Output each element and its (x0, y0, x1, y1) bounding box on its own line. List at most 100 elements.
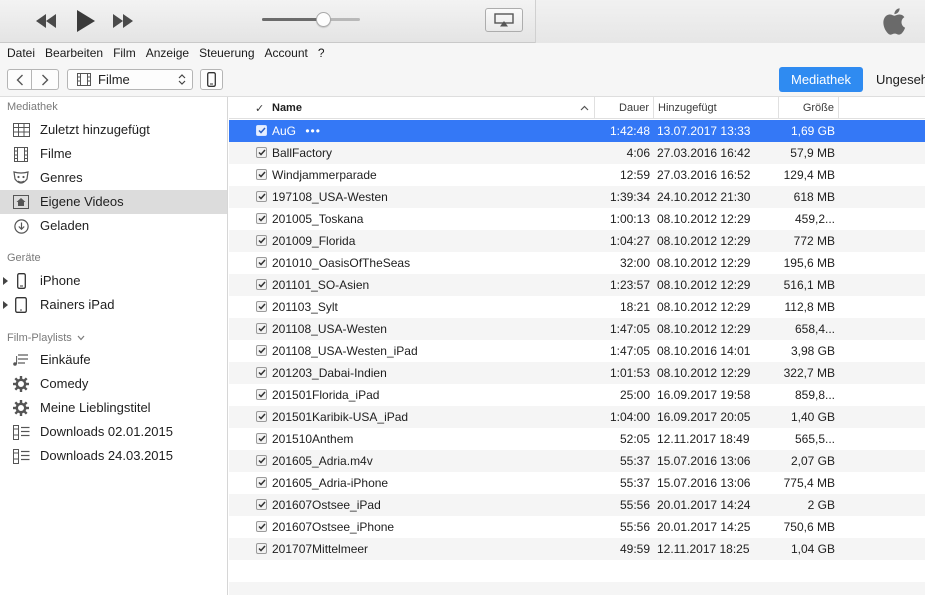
volume-slider[interactable] (262, 18, 360, 21)
checkbox[interactable] (256, 521, 267, 532)
rewind-button[interactable] (33, 9, 59, 33)
table-row[interactable]: 201009_Florida 1:04:27 08.10.2012 12:29 772… (229, 230, 925, 252)
sidebar-item-purchases[interactable]: Einkäufe (0, 348, 227, 372)
fast-forward-button[interactable] (110, 9, 136, 33)
checkmark-icon (257, 127, 266, 134)
table-row[interactable]: BallFactory 4:06 27.03.2016 16:42 57,9 MB (229, 142, 925, 164)
checkbox[interactable] (256, 543, 267, 554)
table-row[interactable]: Windjammerparade 12:59 27.03.2016 16:52 129… (229, 164, 925, 186)
sidebar-item-downloads-2015-03[interactable]: Downloads 24.03.2015 (0, 444, 227, 468)
table-row[interactable]: 201101_SO-Asien 1:23:57 08.10.2012 12:29 51… (229, 274, 925, 296)
checkbox[interactable] (256, 213, 267, 224)
sidebar-item-downloads-2015-01[interactable]: Downloads 02.01.2015 (0, 420, 227, 444)
checkbox[interactable] (256, 389, 267, 400)
back-button[interactable] (7, 69, 32, 90)
row-added: 24.10.2012 21:30 (657, 190, 751, 204)
sidebar-item-downloaded[interactable]: Geladen (0, 214, 227, 238)
tab-ungesehen[interactable]: Ungesehen (876, 72, 925, 87)
checkbox[interactable] (256, 235, 267, 246)
checkbox[interactable] (256, 345, 267, 356)
table-row[interactable]: 201707Mittelmeer 49:59 12.11.2017 18:25 1,0… (229, 538, 925, 560)
menu-bearbeiten[interactable]: Bearbeiten (45, 46, 103, 60)
column-header-added[interactable]: Hinzugefügt (654, 97, 779, 119)
row-duration: 1:00:13 (609, 212, 650, 226)
column-header-size[interactable]: Größe (779, 97, 839, 119)
checkbox[interactable] (256, 257, 267, 268)
row-duration: 1:39:34 (609, 190, 650, 204)
checkbox[interactable] (256, 433, 267, 444)
checkmark-icon (257, 347, 266, 354)
table-row[interactable]: 197108_USA-Westen 1:39:34 24.10.2012 21:30… (229, 186, 925, 208)
checkbox[interactable] (256, 323, 267, 334)
grid-icon (12, 122, 30, 138)
media-type-select[interactable]: Filme (67, 69, 193, 90)
table-row[interactable]: 201607Ostsee_iPad 55:56 20.01.2017 14:24 2 … (229, 494, 925, 516)
column-header-name[interactable]: Name (272, 97, 595, 119)
table-row[interactable]: 201605_Adria-iPhone 55:37 15.07.2016 13:06… (229, 472, 925, 494)
checkmark-icon (257, 303, 266, 310)
menu-account[interactable]: Account (265, 46, 308, 60)
table-row[interactable]: 201501Florida_iPad 25:00 16.09.2017 19:58 8… (229, 384, 925, 406)
row-name-label: 197108_USA-Westen (272, 190, 388, 204)
forward-button[interactable] (32, 69, 59, 90)
checkbox[interactable] (256, 147, 267, 158)
sidebar-item-label: Downloads 02.01.2015 (40, 424, 173, 439)
playlist-icon (12, 448, 30, 464)
sidebar-item-movies[interactable]: Filme (0, 142, 227, 166)
row-name: 201101_SO-Asien (272, 274, 592, 296)
more-options-button[interactable]: ••• (305, 124, 321, 138)
table-row[interactable]: 201605_Adria.m4v 55:37 15.07.2016 13:06 2,0… (229, 450, 925, 472)
disclosure-triangle-icon[interactable] (3, 277, 8, 285)
row-name: 201005_Toskana (272, 208, 592, 230)
checkbox[interactable] (256, 279, 267, 290)
table-row[interactable]: 201203_Dabai-Indien 1:01:53 08.10.2012 12:… (229, 362, 925, 384)
menu-anzeige[interactable]: Anzeige (146, 46, 189, 60)
checkbox[interactable] (256, 455, 267, 466)
row-name-label: 201501Karibik-USA_iPad (272, 410, 409, 424)
sidebar-item-genres[interactable]: Genres (0, 166, 227, 190)
disclosure-triangle-icon[interactable] (3, 301, 8, 309)
sidebar-item-ipad[interactable]: Rainers iPad (0, 293, 227, 317)
sidebar-heading-playlists[interactable]: Film-Playlists (7, 332, 85, 344)
checkbox[interactable] (256, 169, 267, 180)
table-row[interactable]: 201108_USA-Westen_iPad 1:47:05 08.10.2016 … (229, 340, 925, 362)
sidebar-item-favorites[interactable]: Meine Lieblingstitel (0, 396, 227, 420)
column-header-check[interactable]: ✓ (255, 97, 269, 119)
table-row[interactable]: AuG ••• 1:42:48 13.07.2017 13:33 1,69 GB (229, 120, 925, 142)
row-added: 08.10.2012 12:29 (657, 322, 751, 336)
checkbox[interactable] (256, 477, 267, 488)
row-name: 201707Mittelmeer (272, 538, 592, 560)
checkmark-icon (257, 149, 266, 156)
table-row[interactable]: 201501Karibik-USA_iPad 1:04:00 16.09.2017 … (229, 406, 925, 428)
menu-steuerung[interactable]: Steuerung (199, 46, 254, 60)
checkbox[interactable] (256, 367, 267, 378)
volume-knob[interactable] (316, 12, 331, 27)
table-row[interactable]: 201103_Sylt 18:21 08.10.2012 12:29 112,8 MB (229, 296, 925, 318)
chevron-down-icon (77, 335, 85, 341)
table-row[interactable]: 201005_Toskana 1:00:13 08.10.2012 12:29 459… (229, 208, 925, 230)
airplay-icon (494, 13, 514, 27)
sidebar-item-recently-added[interactable]: Zuletzt hinzugefügt (0, 118, 227, 142)
checkbox[interactable] (256, 499, 267, 510)
table-row[interactable]: 201607Ostsee_iPhone 55:56 20.01.2017 14:25… (229, 516, 925, 538)
play-button[interactable] (72, 9, 98, 33)
table-row[interactable]: 201510Anthem 52:05 12.11.2017 18:49 565,5..… (229, 428, 925, 450)
column-header-duration[interactable]: Dauer (595, 97, 654, 119)
row-name: 201010_OasisOfTheSeas (272, 252, 592, 274)
checkbox[interactable] (256, 411, 267, 422)
tab-mediathek[interactable]: Mediathek (779, 67, 863, 92)
checkbox[interactable] (256, 191, 267, 202)
airplay-button[interactable] (485, 8, 523, 32)
sidebar-item-home-videos[interactable]: Eigene Videos (0, 190, 227, 214)
menu-film[interactable]: Film (113, 46, 136, 60)
table-row[interactable]: 201108_USA-Westen 1:47:05 08.10.2012 12:29… (229, 318, 925, 340)
device-button[interactable] (200, 69, 223, 90)
sidebar-item-iphone[interactable]: iPhone (0, 269, 227, 293)
menu-datei[interactable]: Datei (7, 46, 35, 60)
menu-help[interactable]: ? (318, 46, 325, 60)
checkbox[interactable] (256, 301, 267, 312)
table-row[interactable]: 201010_OasisOfTheSeas 32:00 08.10.2012 12:… (229, 252, 925, 274)
navigation-bar: Filme Mediathek Ungesehen (0, 63, 925, 97)
sidebar-item-comedy[interactable]: Comedy (0, 372, 227, 396)
checkbox[interactable] (256, 125, 267, 136)
